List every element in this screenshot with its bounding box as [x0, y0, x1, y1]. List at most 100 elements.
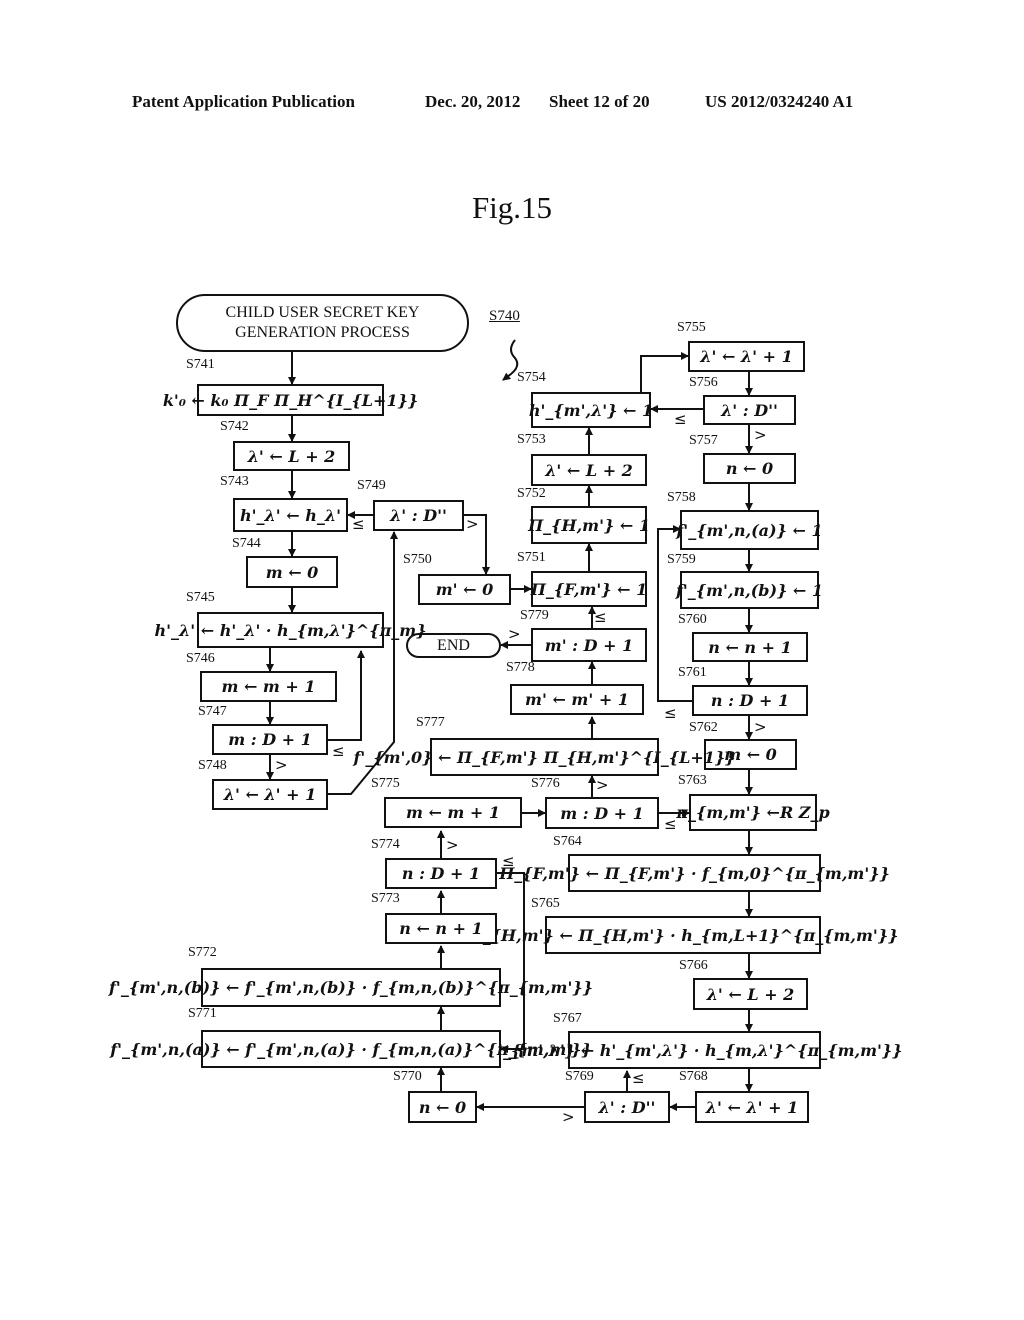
step-label-s761: S761 [678, 665, 707, 680]
step-s757-box: n ← 0 [703, 453, 796, 484]
step-label-s768: S768 [679, 1069, 708, 1084]
step-s764-box: Π_{F,m'} ← Π_{F,m'} · f_{m,0}^{π_{m,m'}} [499, 854, 890, 892]
step-label-s743: S743 [220, 474, 249, 489]
step-label-s764: S764 [553, 834, 582, 849]
step-label-s751: S751 [517, 550, 546, 565]
step-s775-text: m ← m + 1 [405, 803, 501, 822]
step-s771-box: f'_{m',n,(a)} ← f'_{m',n,(a)} · f_{m,n,(… [110, 1030, 592, 1068]
step-label-s746: S746 [186, 651, 215, 666]
step-label-s779: S779 [520, 608, 549, 623]
step-s768-box: λ' ← λ' + 1 [695, 1091, 809, 1123]
step-s744-text: m ← 0 [265, 562, 319, 582]
step-label-s742: S742 [220, 419, 249, 434]
cond-s747-le: ≤ [332, 742, 345, 760]
step-s772-text: f'_{m',n,(b)} ← f'_{m',n,(b)} · f_{m,n,(… [109, 978, 593, 997]
step-s776-text: m : D + 1 [560, 803, 644, 823]
step-label-s753: S753 [517, 432, 546, 447]
step-label-s756: S756 [689, 375, 718, 390]
step-s769-text: λ' : D'' [598, 1097, 656, 1117]
step-s754-text: h'_{m',λ'} ← 1 [528, 400, 654, 420]
step-s753-box: λ' ← L + 2 [531, 454, 647, 486]
step-s759-text: f'_{m',n,(b)} ← 1 [676, 580, 823, 600]
step-s745-box: h'_λ' ← h'_λ' · h_{m,λ'}^{π_m} [155, 612, 427, 648]
step-s767-box: h'_{m',λ'} ← h'_{m',λ'} · h_{m,λ'}^{π_{m… [487, 1031, 902, 1069]
step-s771-text: f'_{m',n,(a)} ← f'_{m',n,(a)} · f_{m,n,(… [110, 1039, 592, 1059]
step-label-s767: S767 [553, 1011, 582, 1026]
step-s761-text: n : D + 1 [710, 691, 790, 710]
cond-s779-gt: > [508, 625, 521, 643]
cond-s749-le: ≤ [352, 515, 365, 533]
step-label-s749: S749 [357, 478, 386, 493]
step-s774-text: n : D + 1 [401, 864, 481, 883]
step-s758-text: f'_{m',n,(a)} ← 1 [676, 520, 823, 540]
step-s747-text: m : D + 1 [228, 730, 312, 749]
step-label-s772: S772 [188, 945, 217, 960]
cond-s761-gt: > [754, 718, 767, 736]
step-s759-box: f'_{m',n,(b)} ← 1 [676, 571, 823, 609]
start-terminal: CHILD USER SECRET KEY GENERATION PROCESS [176, 294, 469, 352]
step-s761-decision: n : D + 1 [692, 685, 808, 716]
step-s756-decision: λ' : D'' [703, 395, 796, 425]
step-s746-box: m ← m + 1 [200, 671, 337, 702]
step-label-s755: S755 [677, 320, 706, 335]
step-s765-text: Π_{H,m'} ← Π_{H,m'} · h_{m,L+1}^{π_{m,m'… [467, 925, 899, 945]
cond-s756-gt: > [754, 426, 767, 444]
step-label-s773: S773 [371, 891, 400, 906]
step-s770-box: n ← 0 [408, 1091, 477, 1123]
cond-s774-gt: > [446, 836, 459, 854]
step-s775-box: m ← m + 1 [384, 797, 522, 828]
step-s763-box: π_{m,m'} ←R Z_p [676, 794, 830, 831]
edge-s774-s771-loop [497, 872, 525, 1053]
cond-s774-le: ≤ [502, 852, 515, 870]
reference-squiggle [502, 339, 519, 381]
step-label-s766: S766 [679, 958, 708, 973]
step-s747-decision: m : D + 1 [212, 724, 328, 755]
step-s766-box: λ' ← L + 2 [693, 978, 808, 1010]
step-s748-text: λ' ← λ' + 1 [223, 785, 317, 804]
step-label-s757: S757 [689, 433, 718, 448]
step-label-s778: S778 [506, 660, 535, 675]
step-s748-box: λ' ← λ' + 1 [212, 779, 328, 810]
step-s766-text: λ' ← L + 2 [706, 984, 795, 1004]
step-s756-text: λ' : D'' [721, 400, 778, 420]
step-s768-text: λ' ← λ' + 1 [705, 1097, 799, 1117]
step-label-s752: S752 [517, 486, 546, 501]
step-s750-box: m' ← 0 [418, 574, 511, 605]
step-s770-text: n ← 0 [418, 1097, 467, 1117]
step-label-s769: S769 [565, 1069, 594, 1084]
step-s777-text: f'_{m',0} ← Π_{F,m'} Π_{H,m'}^{I_{L+1}} [353, 747, 736, 767]
step-label-s745: S745 [186, 590, 215, 605]
step-label-s760: S760 [678, 612, 707, 627]
cond-s776-le: ≤ [664, 815, 677, 833]
step-s773-box: n ← n + 1 [385, 913, 497, 944]
step-label-s748: S748 [198, 758, 227, 773]
step-s760-text: n ← n + 1 [708, 637, 792, 657]
step-s755-text: λ' ← λ' + 1 [700, 347, 793, 366]
step-label-s774: S774 [371, 837, 400, 852]
step-label-s763: S763 [678, 773, 707, 788]
step-s763-text: π_{m,m'} ←R Z_p [676, 803, 830, 822]
step-s764-text: Π_{F,m'} ← Π_{F,m'} · f_{m,0}^{π_{m,m'}} [499, 863, 890, 883]
step-s765-box: Π_{H,m'} ← Π_{H,m'} · h_{m,L+1}^{π_{m,m'… [468, 916, 898, 954]
step-s749-text: λ' : D'' [390, 506, 447, 525]
step-label-s775: S775 [371, 776, 400, 791]
cond-s769-le: ≤ [632, 1069, 645, 1087]
step-label-s747: S747 [198, 704, 227, 719]
step-label-s759: S759 [667, 552, 696, 567]
step-s741-box: k'₀ ← k₀ Π_F Π_H^{I_{L+1}} [163, 384, 418, 416]
step-s744-box: m ← 0 [246, 556, 338, 588]
step-s745-text: h'_λ' ← h'_λ' · h_{m,λ'}^{π_m} [154, 620, 427, 640]
step-s778-box: m' ← m' + 1 [510, 684, 644, 715]
step-label-s762: S762 [689, 720, 718, 735]
step-s757-text: n ← 0 [725, 459, 774, 478]
step-s760-box: n ← n + 1 [692, 632, 808, 662]
cond-s779-le: ≤ [594, 608, 607, 626]
step-s742-box: λ' ← L + 2 [233, 441, 350, 471]
step-s779-decision: m' : D + 1 [531, 628, 647, 662]
step-label-s771: S771 [188, 1006, 217, 1021]
edge-s754-s755 [640, 352, 689, 392]
step-s752-text: Π_{H,m'} ← 1 [528, 515, 650, 535]
step-s772-box: f'_{m',n,(b)} ← f'_{m',n,(b)} · f_{m,n,(… [109, 968, 593, 1007]
step-label-s741: S741 [186, 357, 215, 372]
step-label-s777: S777 [416, 715, 445, 730]
